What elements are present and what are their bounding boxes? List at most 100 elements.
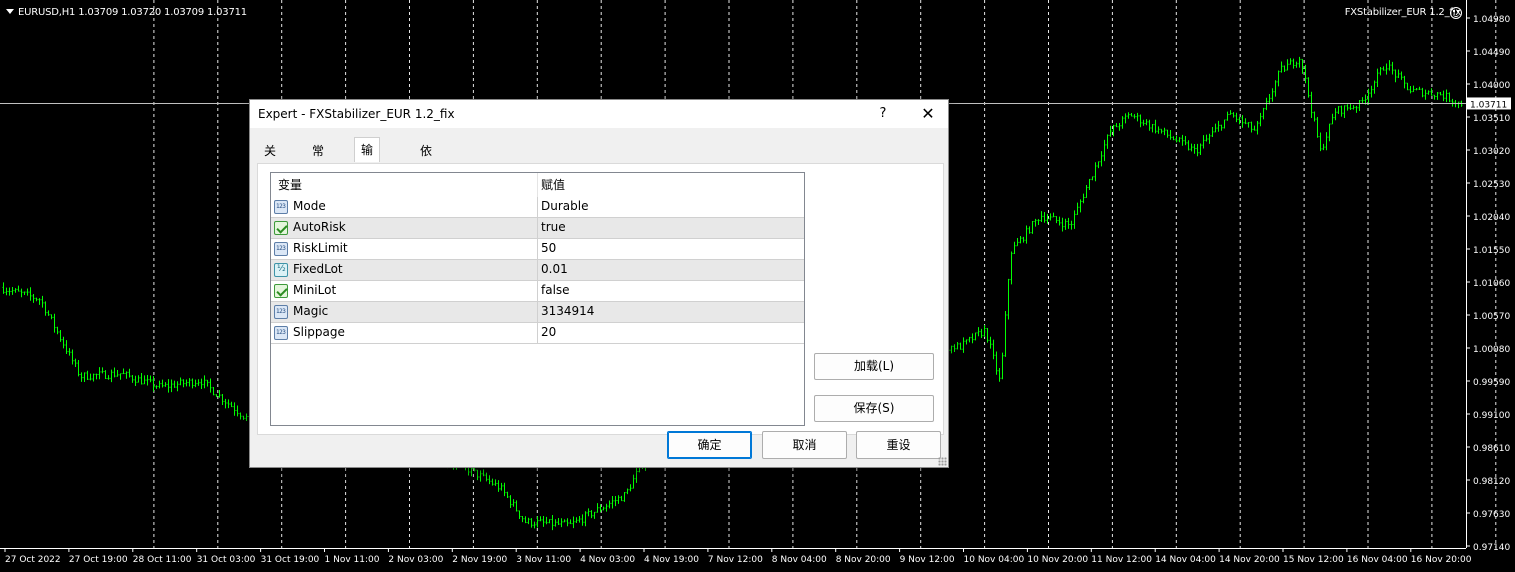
param-value[interactable]: Durable	[541, 199, 588, 213]
param-name: Magic	[293, 304, 329, 318]
expert-properties-dialog: Expert - FXStabilizer_EUR 1.2_fix ? ✕ 关于…	[249, 99, 949, 468]
time-tick-label: 10 Nov 04:00	[964, 555, 1025, 565]
param-row-magic[interactable]: Magic 3134914	[271, 302, 804, 323]
price-tick-label: 0.97630	[1473, 510, 1510, 520]
param-name: FixedLot	[293, 262, 343, 276]
symbol-menu-icon[interactable]	[6, 9, 14, 14]
price-tick-label: 1.01550	[1473, 246, 1510, 256]
time-tick-label: 1 Nov 11:00	[325, 555, 380, 565]
save-button[interactable]: 保存(S)	[814, 395, 934, 422]
param-name: AutoRisk	[293, 220, 346, 234]
int-param-icon	[274, 242, 288, 256]
smiley-face-icon[interactable]	[1450, 7, 1462, 19]
price-tick-label: 1.00570	[1473, 312, 1510, 322]
param-row-fixedlot[interactable]: FixedLot 0.01	[271, 260, 804, 281]
time-tick-label: 16 Nov 20:00	[1411, 555, 1472, 565]
param-name: Slippage	[293, 325, 345, 339]
symbol-info[interactable]: EURUSD,H1 1.03709 1.03720 1.03709 1.0371…	[6, 7, 247, 18]
price-tick-label: 1.04980	[1473, 15, 1510, 25]
tab-inputs[interactable]: 输入参数	[354, 137, 381, 229]
time-tick-label: 2 Nov 19:00	[452, 555, 507, 565]
cell-divider	[537, 197, 538, 218]
time-tick-label: 31 Oct 19:00	[261, 555, 320, 565]
help-button[interactable]: ?	[868, 100, 898, 128]
param-row-risklimit[interactable]: RiskLimit 50	[271, 239, 804, 260]
cell-divider	[537, 239, 538, 260]
price-tick-label: 0.97140	[1473, 543, 1510, 553]
price-tick-label: 0.98610	[1473, 444, 1510, 454]
time-tick-label: 27 Oct 2022	[5, 555, 61, 565]
time-tick-label: 4 Nov 19:00	[644, 555, 699, 565]
cell-divider	[537, 260, 538, 281]
param-row-minilot[interactable]: MiniLot false	[271, 281, 804, 302]
price-tick-label: 0.98120	[1473, 477, 1510, 487]
ok-button[interactable]: 确定	[667, 431, 752, 459]
reset-button[interactable]: 重设	[856, 431, 941, 459]
column-header-value[interactable]: 赋值	[541, 173, 565, 197]
time-axis: 27 Oct 2022 27 Oct 19:00 28 Oct 11:00 31 Oc…	[0, 548, 1472, 565]
cell-divider	[537, 302, 538, 323]
param-value[interactable]: 3134914	[541, 304, 594, 318]
param-name: Mode	[293, 199, 326, 213]
param-row-slippage[interactable]: Slippage 20	[271, 323, 804, 344]
load-button[interactable]: 加载(L)	[814, 353, 934, 380]
bool-param-icon	[274, 221, 288, 235]
time-tick-label: 8 Nov 20:00	[836, 555, 891, 565]
time-tick-label: 9 Nov 12:00	[900, 555, 955, 565]
price-tick-label: 1.04000	[1473, 81, 1510, 91]
int-param-icon	[274, 305, 288, 319]
close-button[interactable]: ✕	[910, 100, 946, 128]
time-tick-label: 28 Oct 11:00	[133, 555, 192, 565]
resize-grip-icon[interactable]	[938, 457, 947, 466]
tab-common[interactable]: 常用	[306, 140, 330, 180]
param-row-autorisk[interactable]: AutoRisk true	[271, 218, 804, 239]
cell-divider	[537, 281, 538, 302]
parameters-table: 变量 赋值 Mode Durable AutoRisk true RiskLim…	[270, 172, 805, 426]
time-tick-label: 14 Nov 20:00	[1219, 555, 1280, 565]
dialog-title: Expert - FXStabilizer_EUR 1.2_fix	[258, 107, 455, 121]
time-tick-label: 11 Nov 12:00	[1091, 555, 1152, 565]
price-tick-label: 1.03510	[1473, 114, 1510, 124]
bool-param-icon	[274, 284, 288, 298]
param-row-mode[interactable]: Mode Durable	[271, 197, 804, 218]
cell-divider	[537, 218, 538, 239]
param-value[interactable]: false	[541, 283, 570, 297]
time-tick-label: 10 Nov 20:00	[1027, 555, 1088, 565]
param-name: RiskLimit	[293, 241, 348, 255]
price-tick-label: 1.00080	[1473, 345, 1510, 355]
symbol-info-text: EURUSD,H1 1.03709 1.03720 1.03709 1.0371…	[18, 7, 247, 18]
dialog-titlebar[interactable]: Expert - FXStabilizer_EUR 1.2_fix ? ✕	[250, 100, 948, 128]
param-value[interactable]: 20	[541, 325, 556, 339]
cancel-button[interactable]: 取消	[762, 431, 847, 459]
price-tick-label: 1.02040	[1473, 213, 1510, 223]
time-tick-label: 15 Nov 12:00	[1283, 555, 1344, 565]
int-param-icon	[274, 200, 288, 214]
price-tick-label: 0.99100	[1473, 411, 1510, 421]
tab-dependencies[interactable]: 依存关系	[414, 140, 438, 224]
time-tick-label: 31 Oct 03:00	[197, 555, 256, 565]
time-tick-label: 8 Nov 04:00	[772, 555, 827, 565]
time-tick-label: 14 Nov 04:00	[1155, 555, 1216, 565]
time-tick-label: 4 Nov 03:00	[580, 555, 635, 565]
param-value[interactable]: 0.01	[541, 262, 568, 276]
column-divider[interactable]	[537, 173, 538, 197]
price-tick-label: 1.04490	[1473, 48, 1510, 58]
expert-label[interactable]: FXStabilizer_EUR 1.2_fix	[1345, 7, 1461, 18]
price-tick-label: 1.02530	[1473, 180, 1510, 190]
time-tick-label: 16 Nov 04:00	[1347, 555, 1408, 565]
price-tick-label: 0.99590	[1473, 378, 1510, 388]
time-tick-label: 2 Nov 03:00	[388, 555, 443, 565]
cell-divider	[537, 323, 538, 344]
column-header-variable[interactable]: 变量	[278, 173, 302, 197]
param-value[interactable]: 50	[541, 241, 556, 255]
time-tick-label: 27 Oct 19:00	[69, 555, 128, 565]
double-param-icon	[274, 263, 288, 277]
tab-about[interactable]: 关于	[258, 140, 282, 180]
time-tick-label: 3 Nov 11:00	[516, 555, 571, 565]
param-value[interactable]: true	[541, 220, 566, 234]
time-tick-label: 7 Nov 12:00	[708, 555, 763, 565]
current-price-label: 1.03711	[1470, 100, 1507, 110]
param-name: MiniLot	[293, 283, 337, 297]
price-tick-label: 1.03020	[1473, 147, 1510, 157]
int-param-icon	[274, 326, 288, 340]
